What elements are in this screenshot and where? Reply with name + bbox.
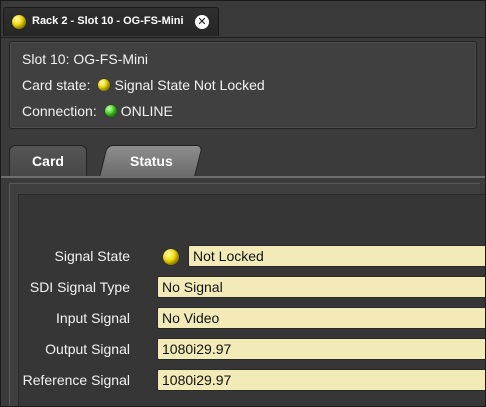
card-state-value: Signal State Not Locked (114, 77, 265, 93)
input-signal-label: Input Signal (56, 310, 130, 326)
window: Rack 2 - Slot 10 - OG-FS-Mini ✕ Slot 10:… (0, 0, 486, 407)
status-led-icon (12, 15, 26, 29)
tab-card[interactable]: Card (9, 145, 87, 177)
tab-status-label: Status (129, 153, 173, 169)
document-tab-title: Rack 2 - Slot 10 - OG-FS-Mini (32, 15, 184, 27)
status-panel: Signal State Not Locked SDI Signal Type … (9, 183, 485, 406)
connection-line: Connection: ONLINE (22, 103, 173, 119)
connection-led-icon (104, 105, 117, 117)
signal-state-led-icon (163, 249, 179, 265)
signal-state-field: Not Locked (188, 245, 485, 267)
tab-status[interactable]: Status (99, 145, 203, 177)
signal-state-label: Signal State (54, 248, 131, 264)
connection-label: Connection: (22, 103, 97, 119)
connection-value: ONLINE (120, 103, 173, 119)
tab-strip: Card Status (1, 129, 485, 181)
document-tab[interactable]: Rack 2 - Slot 10 - OG-FS-Mini ✕ (3, 7, 219, 36)
card-info-panel: Slot 10: OG-FS-Mini Card state: Signal St… (9, 41, 477, 129)
sdi-signal-type-label: SDI Signal Type (29, 279, 130, 295)
sdi-signal-type-field: No Signal (157, 276, 485, 298)
close-icon[interactable]: ✕ (195, 15, 209, 29)
output-signal-field: 1080i29.97 (157, 338, 485, 360)
input-signal-field: No Video (157, 307, 485, 329)
reference-signal-label: Reference Signal (22, 372, 130, 388)
reference-signal-field: 1080i29.97 (157, 369, 485, 391)
slot-line: Slot 10: OG-FS-Mini (22, 51, 148, 67)
card-state-label: Card state: (22, 77, 91, 93)
document-tab-bar: Rack 2 - Slot 10 - OG-FS-Mini ✕ (1, 1, 485, 38)
output-signal-label: Output Signal (45, 341, 130, 357)
card-state-line: Card state: Signal State Not Locked (22, 77, 265, 93)
card-state-led-icon (98, 79, 111, 91)
slot-title: Slot 10: OG-FS-Mini (22, 51, 149, 67)
tab-divider (1, 176, 485, 178)
